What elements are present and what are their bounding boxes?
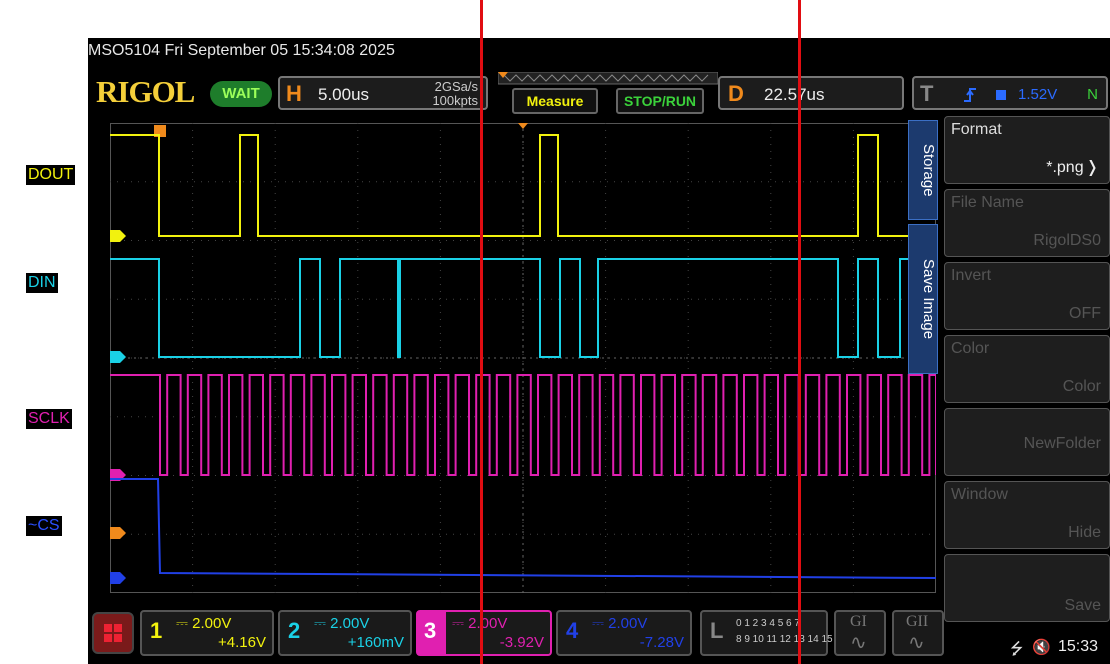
trigger-mode: N	[1087, 86, 1098, 103]
menu-item-label: Invert	[951, 267, 992, 284]
logic-letter: L	[710, 618, 724, 643]
chevron-right-icon: ❭	[1085, 159, 1099, 176]
delay-letter: D	[728, 81, 744, 106]
channel-number: 2	[288, 618, 301, 643]
channel-1-box[interactable]: 1 ⎓ 2.00V +4.16V	[140, 610, 274, 656]
trigger-letter: T	[920, 81, 934, 106]
clock-time: 15:33	[1058, 638, 1099, 655]
menu-item-value: OFF	[1069, 305, 1101, 322]
rigol-menu-icon[interactable]	[92, 612, 134, 654]
sine-wave-icon: ∿	[908, 632, 925, 654]
trigger-level-marker	[110, 527, 126, 539]
channel-number: 4	[566, 618, 579, 643]
logic-box[interactable]: L 0 1 2 3 4 5 6 7 8 9 10 11 12 13 14 15	[700, 610, 833, 656]
menu-item-format[interactable]: Format *.png ❭	[944, 116, 1110, 184]
rigol-logo: RIGOL	[96, 74, 195, 109]
menu-item-value: Hide	[1068, 524, 1101, 541]
memory-depth: 100kpts	[432, 93, 478, 108]
sine-wave-icon: ∿	[850, 632, 867, 654]
usb-icon: ⭍	[1010, 641, 1024, 658]
waveform-position-ruler	[498, 72, 718, 85]
menu-tab-save-image[interactable]: Save Image	[908, 224, 938, 374]
horizontal-letter: H	[286, 81, 302, 106]
generator-1-box[interactable]: GI ∿	[834, 610, 886, 656]
cursor-line-a[interactable]	[480, 0, 483, 664]
channel-offset: +160mV	[347, 634, 404, 651]
channel-scale: ⎓ 2.00V	[592, 615, 648, 632]
menu-item-window[interactable]: Window Hide	[944, 481, 1110, 549]
menu-item-value: Save	[1064, 597, 1101, 614]
trigger-source-icon	[996, 90, 1006, 100]
menu-item-label: File Name	[951, 194, 1024, 211]
trace-cs	[110, 478, 936, 579]
channel-1-level-marker	[110, 230, 126, 242]
channel-2-box[interactable]: 2 ⎓ 2.00V +160mV	[278, 610, 412, 656]
cursor-line-b[interactable]	[798, 0, 801, 664]
menu-item-value: *.png ❭	[1046, 159, 1099, 176]
speaker-mute-icon[interactable]: 🔇	[1032, 638, 1051, 656]
timebase-value: 5.00us	[318, 85, 370, 104]
channel-2-level-marker	[110, 351, 126, 363]
horizontal-panel[interactable]: H 5.00us 2GSa/s 100kpts	[278, 76, 488, 110]
channel-scale: ⎓ 2.00V	[176, 615, 232, 632]
label-cs: ~CS	[26, 516, 62, 536]
dc-coupling-icon: ⎓	[452, 615, 464, 632]
delay-value: 22.57us	[764, 85, 825, 104]
status-badge: WAIT	[210, 81, 272, 107]
menu-item-save[interactable]: Save	[944, 554, 1110, 622]
channel-4-box[interactable]: 4 ⎓ 2.00V -7.28V	[556, 610, 692, 656]
storage-menu: Storage Save Image Format *.png ❭ File Na…	[908, 116, 1110, 636]
channel-number: 1	[150, 618, 163, 643]
channel-scale: ⎓ 2.00V	[314, 615, 370, 632]
center-time-marker	[518, 123, 528, 129]
menu-item-value: NewFolder	[1023, 435, 1101, 452]
menu-item-value: Color	[1062, 378, 1101, 395]
trigger-panel[interactable]: T 1.52V N	[912, 76, 1108, 110]
trigger-level: 1.52V	[1018, 86, 1058, 103]
generator-2-box[interactable]: GII ∿	[892, 610, 944, 656]
menu-item-file-name[interactable]: File Name RigolDS0	[944, 189, 1110, 257]
channel-4-level-marker	[110, 572, 126, 584]
generator-label: GII	[906, 613, 929, 630]
menu-tab-storage[interactable]: Storage	[908, 120, 938, 220]
menu-item-label: Window	[951, 486, 1008, 503]
dc-coupling-icon: ⎓	[592, 615, 604, 632]
channel-3-box[interactable]: 3 ⎓ 2.00V -3.92V	[416, 610, 552, 656]
label-sclk: SCLK	[26, 409, 72, 429]
dc-coupling-icon: ⎓	[176, 615, 188, 632]
sample-rate: 2GSa/s	[434, 79, 478, 94]
dc-coupling-icon: ⎓	[314, 615, 326, 632]
label-din: DIN	[26, 273, 58, 293]
channel-offset: +4.16V	[218, 634, 266, 651]
logic-bits-bottom: 8 9 10 11 12 13 14 15	[736, 634, 833, 645]
scope-screen: MSO5104 Fri September 05 15:34:08 2025 R…	[88, 38, 1110, 664]
generator-label: GI	[850, 613, 867, 630]
delay-panel[interactable]: D 22.57us	[718, 76, 904, 110]
label-dout: DOUT	[26, 165, 76, 185]
menu-item-label: Color	[951, 340, 990, 357]
channel-offset: -7.28V	[639, 634, 684, 651]
stop-run-button[interactable]: STOP/RUN	[616, 88, 704, 114]
logic-bits-top: 0 1 2 3 4 5 6 7	[736, 618, 800, 629]
menu-item-new-folder[interactable]: NewFolder	[944, 408, 1110, 476]
menu-item-color[interactable]: Color Color	[944, 335, 1110, 403]
waveform-display[interactable]	[110, 123, 936, 593]
measure-button[interactable]: Measure	[512, 88, 598, 114]
channel-number: 3	[424, 618, 437, 643]
menu-item-value: RigolDS0	[1033, 232, 1101, 249]
channel-offset: -3.92V	[499, 634, 544, 651]
header-model-date: MSO5104 Fri September 05 15:34:08 2025	[88, 42, 395, 59]
trigger-edge-icon	[964, 88, 976, 102]
menu-item-label: Format	[951, 121, 1002, 138]
menu-item-invert[interactable]: Invert OFF	[944, 262, 1110, 330]
